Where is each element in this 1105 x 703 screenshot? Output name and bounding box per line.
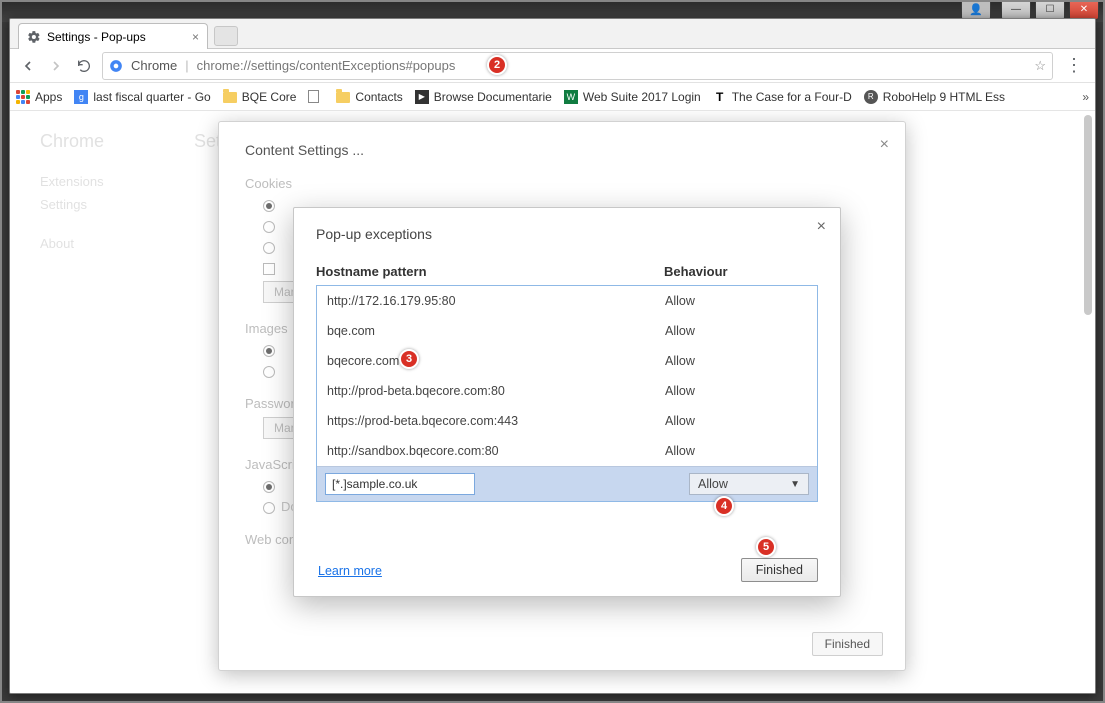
apps-icon [16, 90, 30, 104]
apps-label: Apps [35, 90, 62, 104]
finished-button[interactable]: Finished [741, 558, 818, 582]
folder-icon [336, 92, 350, 103]
bookmark-item[interactable]: ▶ Browse Documentarie [415, 90, 552, 104]
reload-button[interactable] [74, 56, 94, 76]
forward-button [46, 56, 66, 76]
learn-more-link[interactable]: Learn more [318, 564, 382, 578]
dialog-title: Content Settings ... [245, 142, 879, 158]
toolbar: Chrome | chrome://settings/contentExcept… [10, 49, 1095, 83]
window-controls: 👤 — ☐ ✕ [961, 0, 1099, 20]
table-header-row: Hostname pattern Behaviour [316, 264, 818, 279]
bookmark-item[interactable]: BQE Core [223, 90, 297, 104]
select-value: Allow [698, 477, 728, 491]
annotation-badge-4: 4 [714, 496, 734, 516]
new-exception-row: Allow ▼ [317, 466, 817, 501]
annotation-badge-5: 5 [756, 537, 776, 557]
page-scrollbar[interactable] [1084, 115, 1092, 315]
bookmarks-overflow-button[interactable]: » [1082, 90, 1089, 104]
minimize-button[interactable]: — [1001, 0, 1031, 20]
site-icon: T [713, 90, 727, 104]
chrome-logo-icon [109, 59, 123, 73]
back-button[interactable] [18, 56, 38, 76]
tab-title: Settings - Pop-ups [47, 30, 146, 44]
chevron-down-icon: ▼ [790, 479, 800, 490]
bookmarks-bar: Apps g last fiscal quarter - Go BQE Core… [10, 83, 1095, 111]
bookmark-item[interactable]: W Web Suite 2017 Login [564, 90, 701, 104]
folder-icon [223, 92, 237, 103]
window-close-button[interactable]: ✕ [1069, 0, 1099, 20]
gear-icon [27, 30, 41, 44]
site-icon: R [864, 90, 878, 104]
bookmark-item[interactable]: g last fiscal quarter - Go [74, 90, 210, 104]
annotation-badge-3: 3 [399, 349, 419, 369]
browser-menu-button[interactable]: ⋮ [1061, 55, 1087, 76]
table-row[interactable]: http://prod-beta.bqecore.com:80Allow [317, 376, 817, 406]
table-row[interactable]: bqe.comAllow [317, 316, 817, 346]
bookmark-label: BQE Core [242, 90, 297, 104]
table-row[interactable]: http://172.16.179.95:80Allow [317, 286, 817, 316]
bookmark-item[interactable]: R RoboHelp 9 HTML Ess [864, 90, 1005, 104]
table-row[interactable]: bqecore.comAllow [317, 346, 817, 376]
site-icon: ▶ [415, 90, 429, 104]
bookmark-label: Contacts [355, 90, 402, 104]
finished-button[interactable]: Finished [812, 632, 883, 656]
bookmark-label: Web Suite 2017 Login [583, 90, 701, 104]
omnibox-url: chrome://settings/contentExceptions#popu… [197, 58, 456, 73]
col-hostname: Hostname pattern [316, 264, 664, 279]
hostname-input[interactable] [325, 473, 475, 495]
maximize-button[interactable]: ☐ [1035, 0, 1065, 20]
omnibox-chip: Chrome [131, 58, 177, 73]
col-behaviour: Behaviour [664, 264, 728, 279]
bookmark-star-icon[interactable]: ☆ [1034, 58, 1046, 74]
table-row[interactable]: http://sandbox.bqecore.com:80Allow [317, 436, 817, 466]
bookmark-item[interactable]: Contacts [336, 90, 402, 104]
annotation-badge-2: 2 [487, 55, 507, 75]
bookmark-label: RoboHelp 9 HTML Ess [883, 90, 1005, 104]
omnibox-separator: | [185, 58, 188, 73]
browser-tab[interactable]: Settings - Pop-ups × [18, 23, 208, 49]
bookmark-label: last fiscal quarter - Go [93, 90, 210, 104]
google-icon: g [74, 90, 88, 104]
page-content: Chrome Extensions Settings About Setting… [10, 111, 1095, 693]
site-icon: W [564, 90, 578, 104]
address-bar[interactable]: Chrome | chrome://settings/contentExcept… [102, 52, 1053, 80]
bookmark-label: Browse Documentarie [434, 90, 552, 104]
bookmark-item[interactable] [308, 90, 324, 103]
file-icon [308, 90, 319, 103]
new-tab-button[interactable] [214, 26, 238, 46]
user-switcher-button[interactable]: 👤 [961, 0, 991, 20]
close-icon[interactable]: × [817, 218, 826, 236]
section-cookies: Cookies [245, 176, 879, 191]
tab-strip: Settings - Pop-ups × [10, 19, 1095, 49]
tab-close-icon[interactable]: × [192, 30, 199, 44]
table-row[interactable]: https://prod-beta.bqecore.com:443Allow [317, 406, 817, 436]
exceptions-table: http://172.16.179.95:80Allow bqe.comAllo… [316, 285, 818, 502]
browser-window: Settings - Pop-ups × Chrome | chrome://s… [9, 18, 1096, 694]
behaviour-select[interactable]: Allow ▼ [689, 473, 809, 495]
dialog-title: Pop-up exceptions [316, 226, 818, 242]
apps-shortcut[interactable]: Apps [16, 90, 62, 104]
bookmark-item[interactable]: T The Case for a Four-D [713, 90, 852, 104]
close-icon[interactable]: × [880, 136, 889, 154]
bookmark-label: The Case for a Four-D [732, 90, 852, 104]
